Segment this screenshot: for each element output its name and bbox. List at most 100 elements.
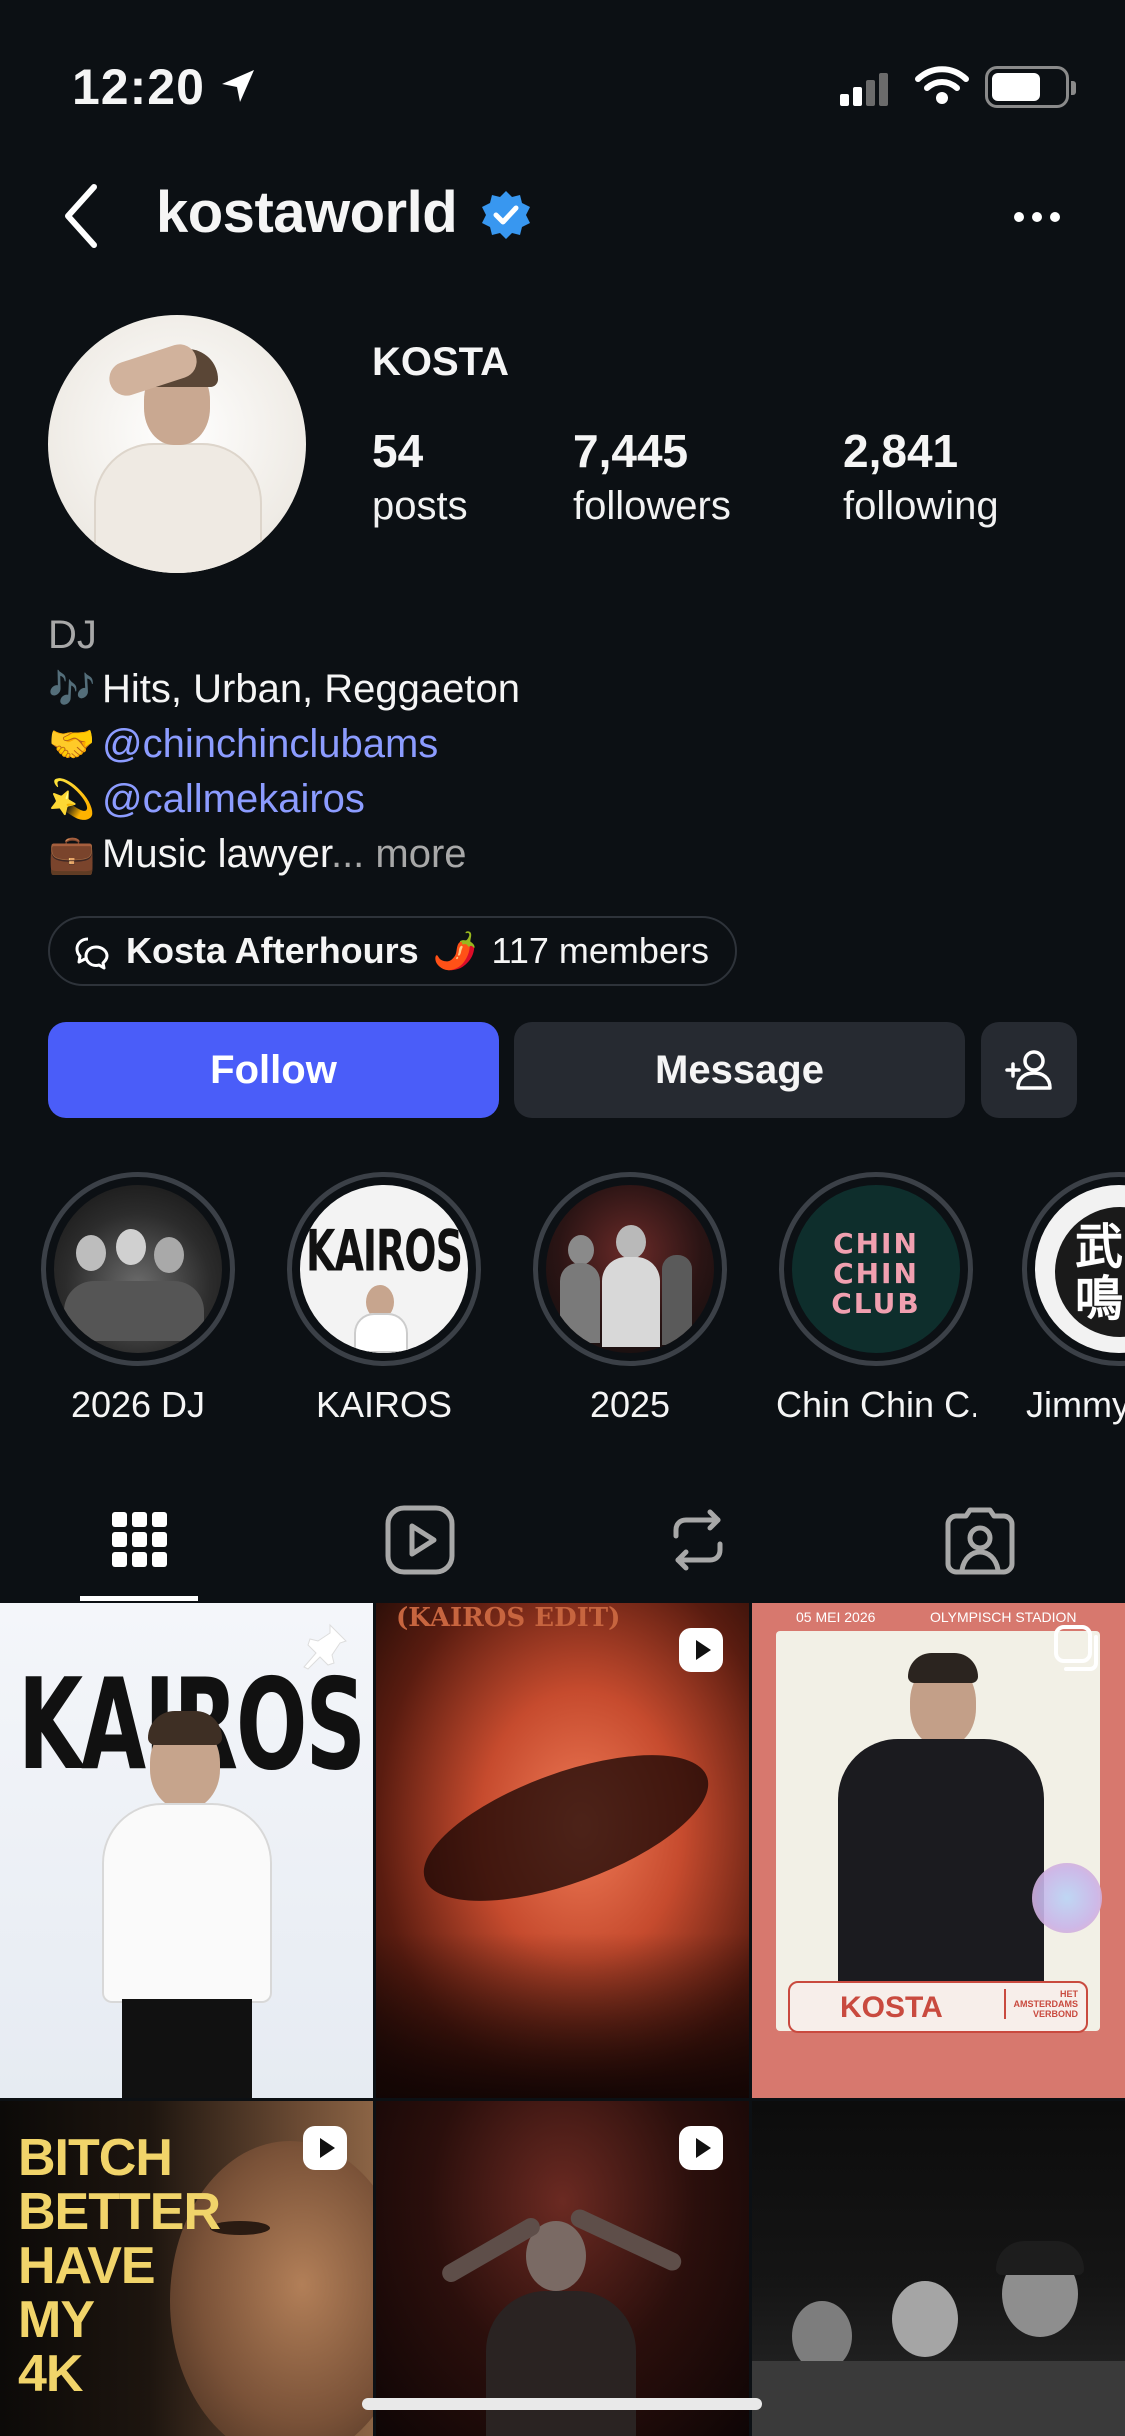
posts-value: 54 [372,425,424,477]
briefcase-icon: 💼 [48,834,96,876]
bio-line-kairos: 💫 @callmekairos [48,772,520,827]
cellular-signal-icon [840,73,888,106]
bio-ellipsis: ... [330,832,365,876]
profile-tabs [0,1480,1125,1601]
profile-category: DJ [48,613,97,657]
more-options-icon[interactable] [1014,209,1068,227]
highlight-label: KAIROS [315,1384,453,1425]
highlight-chin-chin-club[interactable]: CHIN CHIN CLUB Chin Chin C... [776,1172,976,1426]
chat-bubbles-icon [75,937,109,970]
broadcast-channel-chip[interactable]: Kosta Afterhours 🌶️ 117 members [48,916,737,986]
tab-reposts-icon[interactable] [658,1500,738,1580]
reel-icon [679,1628,723,1672]
grid-post[interactable] [376,2101,749,2436]
highlight-cover-text: KAIROS [306,1218,463,1284]
highlight-cover: CHIN CHIN CLUB [792,1185,960,1353]
post-overlay-text: BITCH [18,2129,173,2187]
highlight-label: Chin Chin C... [776,1384,976,1425]
active-tab-indicator [80,1596,198,1601]
location-arrow-icon [222,70,254,102]
highlight-cover-text: 武 [1075,1219,1124,1275]
profile-bio: DJ 🎶 Hits, Urban, Reggaeton 🤝 @chinchinclu… [48,608,520,882]
post-overlay-text: (KAIROS EDIT) [396,1603,621,1633]
posts-label: posts [372,484,468,528]
profile-header: kostaworld [0,165,1125,265]
mention-link-callmekairos[interactable]: @callmekairos [102,777,365,821]
mention-link-chinchinclubams[interactable]: @chinchinclubams [102,722,438,766]
followers-value: 7,445 [573,425,689,477]
highlight-cover-text: CHIN [833,1227,919,1260]
highlight-2025[interactable]: 2025 [530,1172,730,1426]
highlight-ring [41,1172,235,1366]
highlight-2026-dj[interactable]: 2026 DJ [38,1172,238,1426]
message-button[interactable]: Message [514,1022,965,1118]
highlight-ring [533,1172,727,1366]
bio-line-lawyer: 💼 Music lawyer... more [48,827,520,882]
highlight-cover [54,1185,222,1353]
verified-badge-icon [482,191,530,239]
highlight-kairos[interactable]: KAIROS KAIROS [284,1172,484,1426]
bio-text: Music lawyer [102,832,331,876]
highlight-cover: 武 鳴 [1035,1185,1125,1353]
highlight-cover: KAIROS [300,1185,468,1353]
carousel-icon [1054,1625,1098,1671]
highlight-label: 2025 [589,1384,671,1425]
tab-reels-icon[interactable] [380,1500,460,1580]
channel-members: 117 members [491,930,709,971]
profile-avatar[interactable] [48,315,306,573]
highlight-jimmy[interactable]: 武 鳴 Jimmy [1022,1172,1125,1426]
post-overlay-text: 4K [18,2345,83,2403]
following-value: 2,841 [843,425,959,477]
profile-display-name: KOSTA [372,340,510,384]
following-count[interactable]: 2,841 following [843,424,999,529]
music-notes-icon: 🎶 [48,669,96,711]
channel-name: Kosta Afterhours [126,930,419,971]
highlight-ring: 武 鳴 [1022,1172,1125,1366]
add-person-icon [1005,1050,1052,1090]
back-icon[interactable] [62,183,102,249]
grid-post[interactable]: 05 MEI 2026 OLYMPISCH STADION KOSTA HET … [752,1603,1125,2098]
bio-line-genres: 🎶 Hits, Urban, Reggaeton [48,662,520,717]
highlight-ring: CHIN CHIN CLUB [779,1172,973,1366]
post-badge-text: KOSTA [840,1991,943,2024]
grid-post[interactable]: (KAIROS EDIT) [376,1603,749,2098]
highlight-label: Jimmy [1026,1384,1125,1425]
highlight-cover [546,1185,714,1353]
bio-line-club: 🤝 @chinchinclubams [48,717,520,772]
handshake-icon: 🤝 [48,724,96,766]
highlight-cover-text: 鳴 [1075,1271,1124,1327]
posts-count: 54 posts [372,424,468,529]
battery-icon [985,66,1076,108]
chili-pepper-icon: 🌶️ [432,930,478,971]
followers-label: followers [573,484,731,528]
bio-text: Hits, Urban, Reggaeton [102,667,521,711]
dizzy-star-icon: 💫 [48,779,96,821]
grid-post[interactable] [752,2101,1125,2436]
highlight-ring: KAIROS [287,1172,481,1366]
followers-count[interactable]: 7,445 followers [573,424,731,529]
highlight-cover-text: CLUB [831,1287,921,1320]
post-overlay-text: BETTER [18,2183,221,2241]
posts-grid: KAIROS (KAIROS EDIT) 05 MEI 2026 OLYMPIS… [0,1603,1125,2436]
tab-posts-grid-icon[interactable] [100,1500,180,1580]
highlight-label: 2026 DJ [70,1384,206,1425]
highlight-cover-text: CHIN [833,1257,919,1290]
following-label: following [843,484,999,528]
follow-button[interactable]: Follow [48,1022,499,1118]
wifi-icon [915,66,969,104]
suggested-users-button[interactable] [981,1022,1077,1118]
home-indicator[interactable] [362,2398,762,2410]
grid-post[interactable]: BITCH BETTER HAVE MY 4K [0,2101,373,2436]
post-badge-side-text: HET AMSTERDAMS VERBOND [1004,1989,1078,2019]
bio-more-link[interactable]: more [375,832,466,876]
post-date-text: 05 MEI 2026 [796,1609,876,1625]
status-bar: 12:20 [0,0,1125,150]
profile-username: kostaworld [156,180,458,245]
post-overlay-text: HAVE [18,2237,156,2295]
status-time: 12:20 [72,59,205,115]
pinned-icon [303,1623,347,1670]
grid-post[interactable]: KAIROS [0,1603,373,2098]
reel-icon [679,2126,723,2170]
tab-tagged-icon[interactable] [940,1500,1020,1580]
post-overlay-text: MY [18,2291,95,2349]
